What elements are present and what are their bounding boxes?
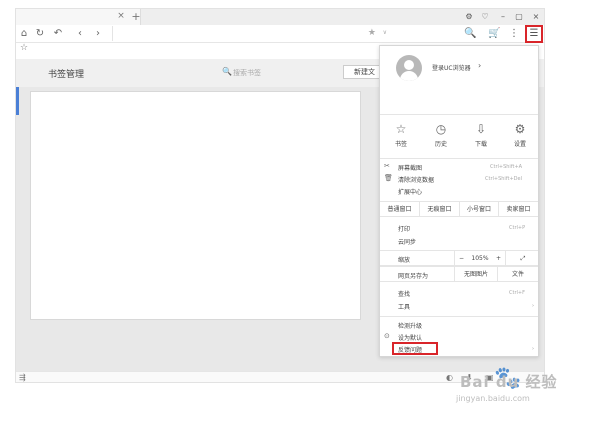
- browser-window: × + ⚙ ♡ – ▢ × ⌂ ↻ ↶ ‹ › ★ ∨ 🔍 🛒 ⋮ ☰ ☆ 书签…: [15, 8, 545, 383]
- chevron-right-icon: ›: [478, 61, 482, 70]
- menu-item-check-updates[interactable]: 检测升级: [398, 321, 422, 330]
- avatar-head-shape: [404, 60, 414, 70]
- address-bar[interactable]: ★ ∨: [112, 26, 390, 41]
- gear-icon: ⚙: [514, 122, 526, 136]
- settings-gear-icon[interactable]: ⚙: [463, 11, 475, 23]
- more-icon[interactable]: ⋮: [508, 28, 520, 40]
- sidebar-toggle-icon[interactable]: ⇶: [19, 373, 26, 382]
- bookmark-star-icon[interactable]: ★: [368, 28, 376, 38]
- watermark-text: Bai du 经验: [460, 373, 558, 391]
- menu-item-print[interactable]: 打印: [398, 224, 410, 233]
- main-menu-dropdown: 登录UC浏览器 › ☆ 书签 ◷ 历史 ⇩ 下载 ⚙ 设置 ✂ 屏幕截图 Ctr…: [379, 45, 539, 357]
- minimize-icon[interactable]: –: [497, 11, 509, 23]
- save-row: 网页另存为 无图图片 文件: [380, 266, 538, 282]
- chevron-down-icon[interactable]: ∨: [383, 29, 387, 36]
- tab-bar: × + ⚙ ♡ – ▢ ×: [16, 9, 544, 25]
- page-title: 书签管理: [48, 70, 85, 80]
- bookmark-search-input[interactable]: 搜索书签: [233, 68, 261, 78]
- download-icon: ⇩: [475, 122, 487, 136]
- shortcut-label: Ctrl+Shift+Del: [485, 176, 522, 182]
- quick-label: 设置: [513, 141, 526, 148]
- menu-item-cloud-sync[interactable]: 云同步: [398, 237, 416, 246]
- divider: [380, 158, 538, 159]
- undo-close-icon[interactable]: ↶: [52, 28, 64, 40]
- default-browser-icon: ⊙: [384, 332, 390, 340]
- menu-item-save-as[interactable]: 网页另存为: [398, 271, 428, 280]
- shortcut-label: Ctrl+F: [509, 290, 525, 296]
- maximize-icon[interactable]: ▢: [513, 11, 525, 23]
- close-window-icon[interactable]: ×: [530, 11, 542, 23]
- zoom-row: 缩放 − 105% + ⤢: [380, 250, 538, 266]
- menu-item-tools[interactable]: 工具: [398, 302, 410, 311]
- trash-icon: 🗑: [384, 174, 393, 182]
- menu-icon: ☰: [529, 28, 539, 39]
- tab-close-icon[interactable]: ×: [116, 11, 126, 22]
- menu-item-normal-window[interactable]: 普通窗口: [380, 202, 420, 217]
- search-icon: 🔍: [222, 67, 232, 76]
- bookmark-list-panel: [30, 91, 361, 320]
- search-icon[interactable]: 🔍: [464, 28, 476, 40]
- menu-item-find[interactable]: 查找: [398, 289, 410, 298]
- divider: [380, 316, 538, 317]
- menu-item-text[interactable]: 文件: [498, 267, 538, 282]
- sidebar-selection-marker: [16, 87, 19, 115]
- divider: [380, 114, 538, 115]
- window-mode-row: 普通窗口 无痕窗口 小号窗口 卖家窗口: [380, 201, 538, 217]
- menu-item-no-images[interactable]: 无图图片: [454, 267, 498, 282]
- reload-icon[interactable]: ↻: [34, 28, 46, 40]
- chevron-right-icon: ›: [532, 303, 534, 309]
- forward-icon[interactable]: ›: [92, 28, 104, 40]
- zoom-out-button[interactable]: −: [454, 251, 468, 266]
- bookmark-icon: ☆: [395, 122, 407, 136]
- zoom-in-button[interactable]: +: [492, 251, 506, 266]
- menu-item-feedback[interactable]: 反馈问题: [398, 345, 422, 354]
- bookmark-bar-star-icon[interactable]: ☆: [20, 43, 28, 53]
- zoom-level: 105%: [471, 255, 489, 262]
- back-icon[interactable]: ‹: [74, 28, 86, 40]
- toolbar: ⌂ ↻ ↶ ‹ › ★ ∨ 🔍 🛒 ⋮ ☰: [16, 25, 544, 43]
- chevron-right-icon: ›: [532, 346, 534, 352]
- shortcut-label: Ctrl+P: [509, 225, 526, 231]
- fullscreen-icon[interactable]: ⤢: [512, 251, 534, 266]
- avatar[interactable]: [396, 55, 422, 81]
- zoom-label: 缩放: [398, 257, 411, 264]
- avatar-body-shape: [400, 71, 418, 81]
- quick-label: 下载: [474, 141, 487, 148]
- quick-settings[interactable]: ⚙ 设置: [505, 122, 535, 152]
- watermark-url: jingyan.baidu.com: [456, 394, 530, 403]
- login-link[interactable]: 登录UC浏览器: [432, 63, 471, 72]
- menu-item-seller-window[interactable]: 卖家窗口: [499, 202, 538, 217]
- quick-bookmarks[interactable]: ☆ 书签: [386, 122, 416, 152]
- quick-label: 历史: [434, 141, 447, 148]
- shield-icon[interactable]: ♡: [479, 11, 491, 23]
- quick-label: 书签: [394, 141, 407, 148]
- shortcut-label: Ctrl+Shift+A: [490, 164, 523, 170]
- quick-downloads[interactable]: ⇩ 下载: [466, 122, 496, 152]
- main-menu-button[interactable]: ☰: [525, 25, 543, 43]
- clock-icon: ◷: [435, 122, 447, 136]
- new-folder-button[interactable]: 新建文: [343, 65, 383, 79]
- cart-icon[interactable]: 🛒: [488, 28, 500, 40]
- menu-item-clear-data[interactable]: 清除浏览数据: [398, 175, 434, 184]
- menu-item-set-default[interactable]: 设为默认: [398, 333, 422, 342]
- active-tab[interactable]: ×: [16, 9, 141, 25]
- quick-history[interactable]: ◷ 历史: [426, 122, 456, 152]
- menu-item-screenshot[interactable]: 屏幕截图: [398, 163, 422, 172]
- scissors-icon: ✂: [384, 162, 390, 170]
- new-tab-icon[interactable]: +: [130, 10, 142, 23]
- menu-item-incognito-window[interactable]: 无痕窗口: [420, 202, 460, 217]
- menu-item-small-window[interactable]: 小号窗口: [460, 202, 499, 217]
- home-icon[interactable]: ⌂: [18, 28, 30, 40]
- menu-item-extensions[interactable]: 扩展中心: [398, 187, 422, 196]
- watermark: 🐾 Bai du 经验 jingyan.baidu.com: [448, 362, 568, 407]
